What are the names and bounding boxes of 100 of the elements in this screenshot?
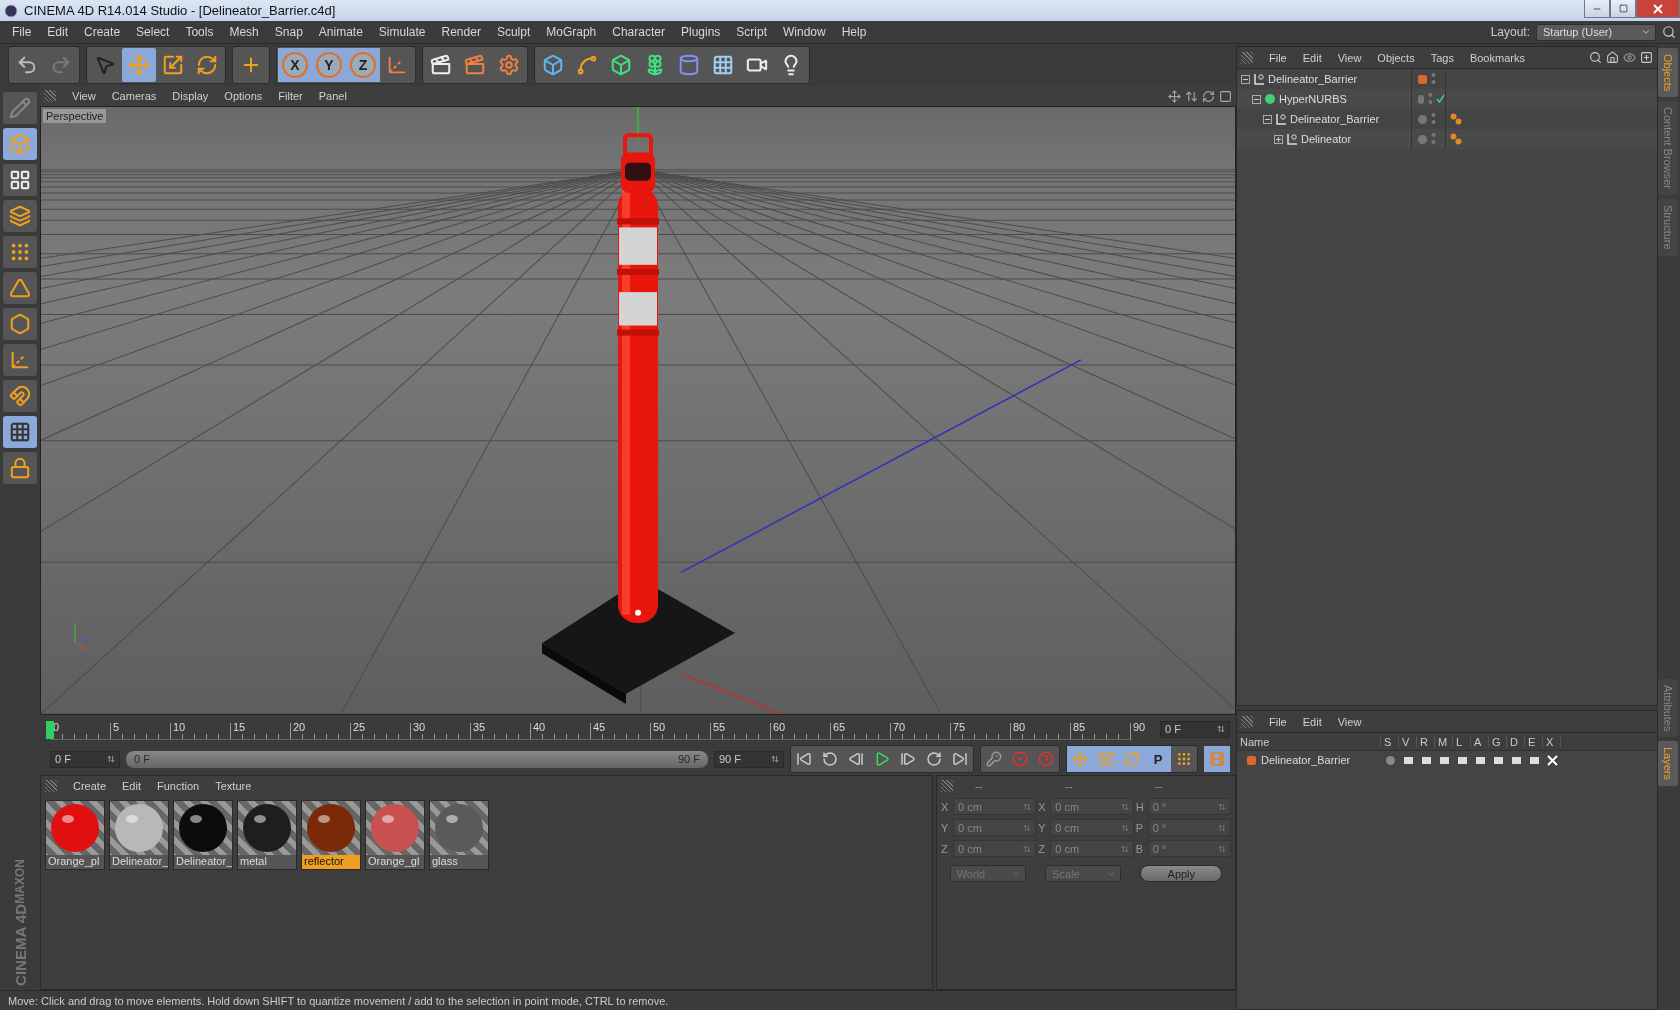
menu-item[interactable]: Simulate <box>370 25 434 39</box>
layers-menu-item[interactable]: Edit <box>1294 715 1330 728</box>
layer-toggle-icon[interactable] <box>1420 754 1432 766</box>
grip-icon[interactable] <box>941 780 953 792</box>
viewport-menu-item[interactable]: Cameras <box>103 90 165 102</box>
window-icon[interactable] <box>1219 89 1232 103</box>
column-header[interactable]: R <box>1417 735 1435 748</box>
layer-name[interactable]: Delineator_Barrier <box>1261 754 1351 766</box>
parameter-key-button[interactable]: P <box>1145 746 1171 772</box>
menu-item[interactable]: Select <box>128 25 178 39</box>
solo-dot[interactable] <box>1385 755 1395 765</box>
column-header[interactable]: X <box>1543 735 1561 748</box>
mode-button[interactable] <box>3 452 37 484</box>
objects-menu-item[interactable]: Tags <box>1422 51 1462 64</box>
grip-icon[interactable] <box>1241 715 1253 728</box>
layer-dot[interactable] <box>1418 114 1427 124</box>
mode-button[interactable] <box>3 164 37 196</box>
layout-dropdown[interactable]: Startup (User) <box>1536 23 1656 41</box>
layer-toggle-icon[interactable] <box>1474 754 1486 766</box>
circular-arrows-icon[interactable] <box>1202 89 1215 103</box>
material-menu-item[interactable]: Edit <box>114 780 149 792</box>
house-icon[interactable] <box>1606 51 1619 64</box>
mode-button[interactable] <box>3 236 37 268</box>
objects-menu-item[interactable]: File <box>1261 51 1295 64</box>
search-icon[interactable] <box>1662 25 1676 39</box>
layer-toggle-icon[interactable] <box>1438 754 1450 766</box>
material-swatch[interactable]: metal <box>237 800 297 870</box>
menu-item[interactable]: Create <box>76 25 129 39</box>
layer-dot[interactable] <box>1418 134 1427 144</box>
mode-button[interactable] <box>3 380 37 412</box>
layer-color-square[interactable] <box>1418 74 1427 84</box>
mode-button[interactable] <box>3 344 37 376</box>
close-button[interactable] <box>1636 0 1680 18</box>
visibility-dots-icon[interactable] <box>1431 112 1436 126</box>
mode-button[interactable] <box>3 416 37 448</box>
grip-icon[interactable] <box>1241 51 1253 64</box>
viewport-menu-item[interactable]: Display <box>164 90 217 102</box>
material-swatch[interactable]: Orange_gl <box>365 800 425 870</box>
menu-item[interactable]: Help <box>833 25 875 39</box>
object-name[interactable]: HyperNURBS <box>1279 93 1347 105</box>
menu-item[interactable]: Snap <box>266 25 311 39</box>
objects-menu-item[interactable]: View <box>1329 51 1370 64</box>
spinner-arrows-icon[interactable] <box>771 755 779 763</box>
mode-button[interactable] <box>3 272 37 304</box>
grip-icon[interactable] <box>45 780 57 792</box>
new-window-icon[interactable] <box>1640 51 1653 64</box>
visibility-dots-icon[interactable] <box>1428 92 1432 106</box>
up-down-arrow-icon[interactable] <box>1185 89 1198 103</box>
eye-icon[interactable] <box>1623 51 1636 64</box>
object-row[interactable]: Delineator <box>1237 129 1657 149</box>
mode-button[interactable] <box>3 200 37 232</box>
material-swatch[interactable]: reflector <box>301 800 361 870</box>
expand-icon[interactable] <box>1274 134 1283 144</box>
object-name[interactable]: Delineator_Barrier <box>1290 113 1380 125</box>
spinner-arrows-icon[interactable] <box>1217 725 1225 733</box>
four-way-arrow-icon[interactable] <box>1168 89 1181 103</box>
layer-toggle-icon[interactable] <box>1528 754 1540 766</box>
column-header[interactable]: E <box>1525 735 1543 748</box>
objects-menu-item[interactable]: Edit <box>1294 51 1330 64</box>
objects-menu-item[interactable]: Objects <box>1369 51 1423 64</box>
visibility-dots-icon[interactable] <box>1431 132 1436 146</box>
end-frame-field[interactable]: 90 F <box>714 750 784 768</box>
collapse-icon[interactable] <box>1252 94 1261 104</box>
layer-toggle-icon[interactable] <box>1510 754 1522 766</box>
layers-menu-item[interactable]: File <box>1261 715 1295 728</box>
viewport-menu-item[interactable]: View <box>64 90 104 102</box>
apply-button[interactable]: Apply <box>1140 865 1223 882</box>
material-menu-item[interactable]: Function <box>149 780 208 792</box>
start-frame-field[interactable]: 0 F <box>50 750 120 768</box>
material-menu-item[interactable]: Texture <box>207 780 260 792</box>
layers-menu-item[interactable]: View <box>1329 715 1370 728</box>
menu-item[interactable]: Plugins <box>672 25 729 39</box>
menu-item[interactable]: Animate <box>310 25 371 39</box>
check-icon[interactable] <box>1436 93 1445 105</box>
spinner-arrows-icon[interactable] <box>107 755 115 763</box>
object-name[interactable]: Delineator <box>1301 133 1352 145</box>
column-header[interactable]: Name <box>1237 735 1381 748</box>
menu-item[interactable]: Render <box>433 25 489 39</box>
mode-button[interactable] <box>3 308 37 340</box>
axis-lock-button[interactable]: X <box>278 48 312 82</box>
column-header[interactable]: M <box>1435 735 1453 748</box>
visibility-dots-icon[interactable] <box>1431 72 1436 86</box>
axis-lock-button[interactable]: Y <box>312 48 346 82</box>
menu-item[interactable]: Mesh <box>221 25 267 39</box>
viewport-menu-item[interactable]: Options <box>216 90 271 102</box>
object-row[interactable]: HyperNURBS <box>1237 89 1657 109</box>
layer-toggle-icon[interactable] <box>1492 754 1504 766</box>
column-header[interactable]: G <box>1489 735 1507 748</box>
menu-item[interactable]: Window <box>775 25 834 39</box>
column-header[interactable]: V <box>1399 735 1417 748</box>
axis-lock-button[interactable]: Z <box>346 48 380 82</box>
material-swatch[interactable]: glass <box>429 800 489 870</box>
layer-color-square[interactable] <box>1247 755 1256 765</box>
maximize-button[interactable] <box>1610 0 1636 18</box>
objects-menu-item[interactable]: Bookmarks <box>1461 51 1533 64</box>
menu-item[interactable]: Edit <box>39 25 77 39</box>
material-swatch[interactable]: Orange_pl <box>45 800 105 870</box>
menu-item[interactable]: Character <box>604 25 673 39</box>
menu-item[interactable]: Tools <box>177 25 222 39</box>
search-icon[interactable] <box>1589 51 1602 64</box>
